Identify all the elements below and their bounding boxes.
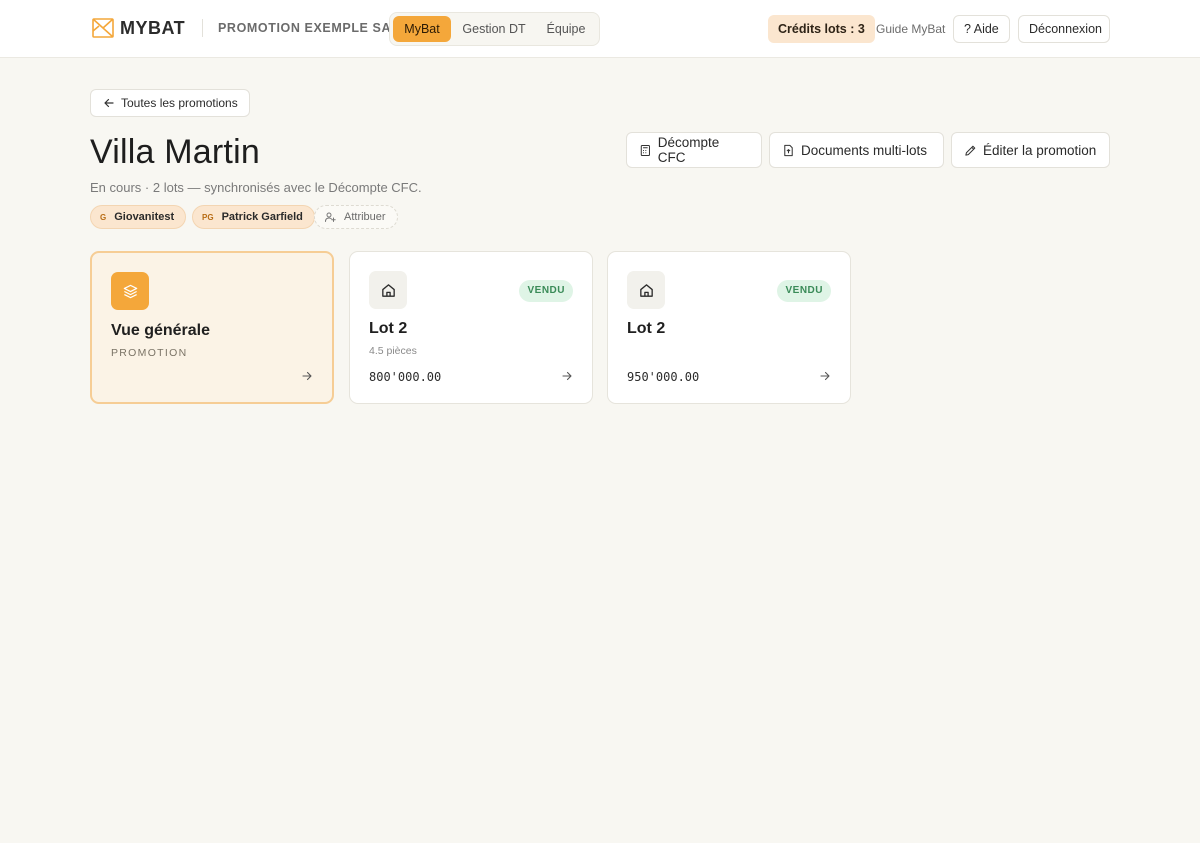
layers-icon — [123, 284, 137, 298]
assign-label: Attribuer — [344, 211, 386, 223]
overview-card-icon — [111, 272, 149, 310]
lot-card-price: 800'000.00 — [369, 370, 442, 384]
lot-card[interactable]: VENDU Lot 2 4.5 pièces 800'000.00 — [349, 251, 593, 404]
lot-card-rooms: 4.5 pièces — [369, 345, 417, 357]
member-chip[interactable]: PG Patrick Garfield — [192, 205, 315, 229]
tab-mybat[interactable]: MyBat — [393, 16, 451, 42]
document-upload-icon — [784, 144, 793, 156]
user-plus-icon — [325, 212, 336, 222]
arrow-right-icon — [820, 371, 830, 381]
decompte-cfc-button[interactable]: Décompte CFC — [626, 132, 762, 168]
member-initials: PG — [202, 212, 214, 222]
lot-card-icon — [369, 271, 407, 309]
lot-card-title: Lot 2 — [369, 320, 408, 337]
main-nav-tabs: MyBat Gestion DT Équipe — [389, 12, 600, 46]
status-badge: VENDU — [519, 280, 573, 302]
tab-gestion-dt[interactable]: Gestion DT — [456, 16, 532, 42]
member-chip[interactable]: G Giovanitest — [90, 205, 187, 229]
house-icon — [381, 283, 395, 297]
tab-equipe[interactable]: Équipe — [536, 16, 596, 42]
documents-multi-lots-label: Documents multi-lots — [801, 142, 928, 158]
logo[interactable]: MYBAT — [91, 16, 185, 40]
pencil-icon — [965, 145, 976, 156]
overview-card[interactable]: Vue générale PROMOTION — [90, 251, 334, 404]
company-name: PROMOTION EXEMPLE SA — [218, 21, 392, 35]
help-button[interactable]: ? Aide — [953, 15, 1010, 43]
guide-link[interactable]: Guide MyBat — [876, 22, 945, 36]
top-bar: MYBAT PROMOTION EXEMPLE SA MyBat Gestion… — [0, 0, 1200, 58]
status-badge: VENDU — [777, 280, 831, 302]
lot-card-price: 950'000.00 — [627, 370, 700, 384]
credits-badge: Crédits lots : 3 — [768, 15, 875, 43]
header-divider — [202, 19, 203, 37]
arrow-right-icon — [562, 371, 572, 381]
house-icon — [639, 283, 653, 297]
calculator-icon — [640, 144, 650, 156]
page-title: Villa Martin — [90, 133, 260, 171]
member-name: Patrick Garfield — [221, 211, 303, 223]
arrow-left-icon — [104, 98, 114, 108]
logo-text: MYBAT — [120, 17, 186, 38]
documents-multi-lots-button[interactable]: Documents multi-lots — [769, 132, 944, 168]
arrow-right-icon — [302, 371, 312, 381]
logout-button[interactable]: Déconnexion — [1018, 15, 1110, 43]
edit-promotion-button[interactable]: Éditer la promotion — [951, 132, 1110, 168]
back-to-promotions-button[interactable]: Toutes les promotions — [90, 89, 250, 117]
back-label: Toutes les promotions — [121, 96, 238, 110]
promotion-subtitle: En cours · 2 lots — synchronisés avec le… — [90, 180, 422, 195]
member-initials: G — [100, 212, 107, 222]
edit-promotion-label: Éditer la promotion — [983, 142, 1097, 158]
lot-card-icon — [627, 271, 665, 309]
overview-card-subtitle: PROMOTION — [111, 347, 188, 359]
mybat-logo-icon — [92, 18, 114, 38]
member-name: Giovanitest — [114, 211, 175, 223]
lot-card-title: Lot 2 — [627, 320, 666, 337]
lot-card[interactable]: VENDU Lot 2 950'000.00 — [607, 251, 851, 404]
overview-card-title: Vue générale — [111, 322, 211, 339]
assign-member-button[interactable]: Attribuer — [314, 205, 398, 229]
decompte-cfc-label: Décompte CFC — [657, 135, 720, 165]
